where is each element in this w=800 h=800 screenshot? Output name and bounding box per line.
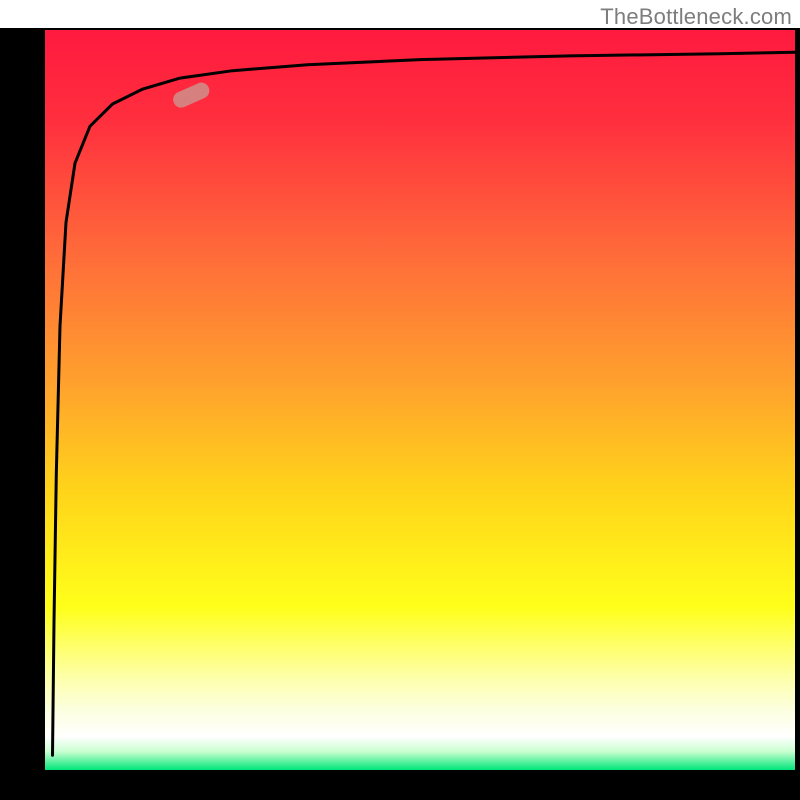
chart-canvas: TheBottleneck.com [0, 0, 800, 800]
attribution-label: TheBottleneck.com [600, 4, 792, 30]
chart-svg [0, 0, 800, 800]
plot-area [45, 30, 795, 770]
